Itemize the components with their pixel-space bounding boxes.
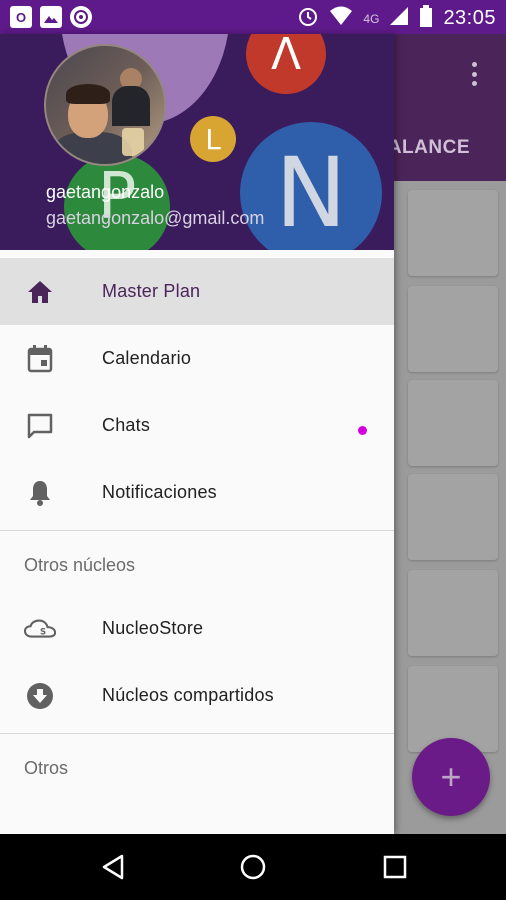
chat-icon xyxy=(24,410,56,442)
download-circle-icon xyxy=(24,680,56,712)
drawer-item-master-plan[interactable]: Master Plan xyxy=(0,258,394,325)
drawer-item-nucleostore[interactable]: S NucleoStore xyxy=(0,595,394,662)
wifi-icon xyxy=(329,6,353,31)
username: gaetangonzalo xyxy=(46,182,165,202)
signal-icon xyxy=(389,6,409,31)
user-email: gaetangonzalo@gmail.com xyxy=(46,208,265,228)
drawer-item-label: Notificaciones xyxy=(102,482,217,502)
office-icon: O xyxy=(10,6,32,28)
divider xyxy=(0,733,394,734)
battery-icon xyxy=(419,5,433,32)
drawer-menu: Master Plan Calendario Chats Notificacio… xyxy=(0,258,394,798)
card xyxy=(408,380,498,466)
card xyxy=(408,286,498,372)
system-nav-bar xyxy=(0,834,506,900)
section-header-otros-nucleos: Otros núcleos xyxy=(24,554,136,575)
status-bar: O 4G 23:05 xyxy=(0,0,506,34)
section-header-otros: Otros xyxy=(24,757,69,778)
drawer-item-label: Calendario xyxy=(102,348,192,368)
card xyxy=(408,190,498,276)
home-icon xyxy=(24,276,56,308)
recents-button[interactable] xyxy=(380,852,410,882)
network-type: 4G xyxy=(363,11,380,26)
home-button[interactable] xyxy=(238,852,268,882)
add-fab-button: + xyxy=(412,738,490,816)
drawer-item-notificaciones[interactable]: Notificaciones xyxy=(0,459,394,526)
tab-balance: ALANCE xyxy=(387,137,470,158)
card xyxy=(408,570,498,656)
drawer-item-label: NucleoStore xyxy=(102,618,204,638)
card xyxy=(408,474,498,560)
drawer-item-calendario[interactable]: Calendario xyxy=(0,325,394,392)
decor-letter-bubble: L xyxy=(190,116,236,162)
divider xyxy=(0,530,394,531)
cloud-store-icon: S xyxy=(24,613,56,645)
image-icon xyxy=(40,6,62,28)
drawer-item-label: Master Plan xyxy=(102,281,201,301)
avatar[interactable] xyxy=(44,44,166,166)
globe-icon xyxy=(70,6,92,28)
decor-letter-bubble: N xyxy=(240,122,382,250)
drawer-item-nucleos-compartidos[interactable]: Núcleos compartidos xyxy=(0,662,394,729)
drawer-header[interactable]: Λ L P N gaetangonzalo gaetangonzalo@gmai… xyxy=(0,34,394,250)
bell-icon xyxy=(24,477,56,509)
clock: 23:05 xyxy=(443,7,496,29)
navigation-drawer: Λ L P N gaetangonzalo gaetangonzalo@gmai… xyxy=(0,34,394,834)
svg-text:S: S xyxy=(40,626,46,636)
drawer-item-chats[interactable]: Chats xyxy=(0,392,394,459)
back-button[interactable] xyxy=(98,852,128,882)
decor-letter-bubble: Λ xyxy=(246,34,326,94)
alarm-icon xyxy=(297,5,319,32)
drawer-item-label: Chats xyxy=(102,415,151,435)
drawer-item-label: Núcleos compartidos xyxy=(102,685,274,705)
calendar-icon xyxy=(24,343,56,375)
unread-indicator xyxy=(358,426,367,435)
overflow-menu-icon xyxy=(472,62,478,86)
